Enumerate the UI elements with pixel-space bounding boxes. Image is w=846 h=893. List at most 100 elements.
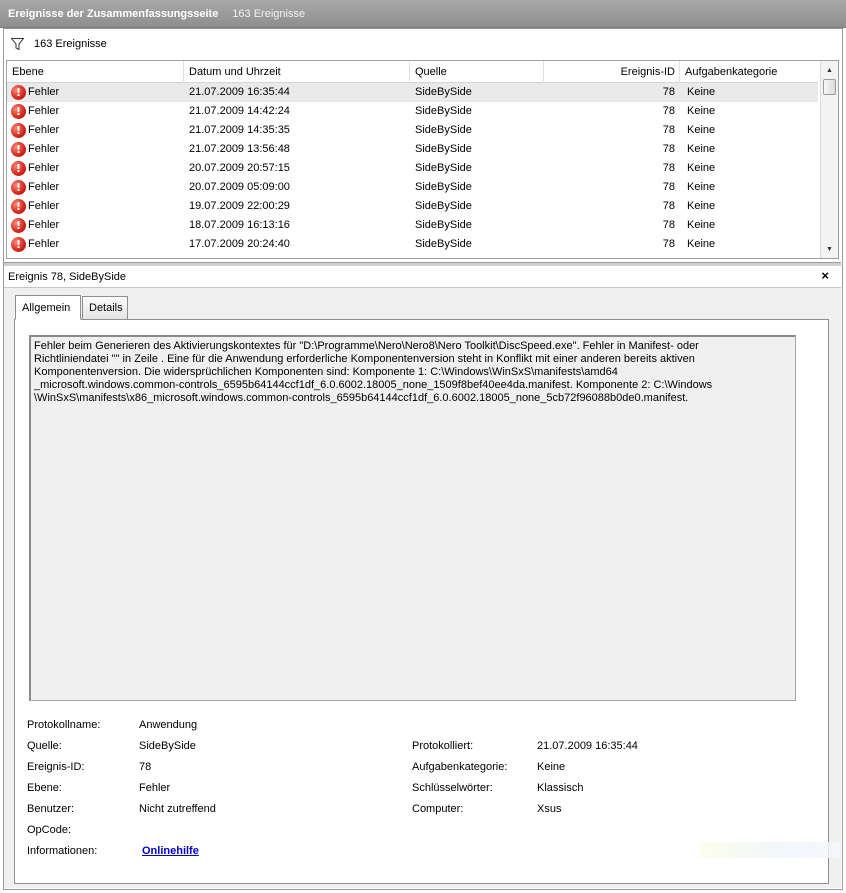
level-text: Fehler bbox=[28, 238, 60, 250]
level-text: Fehler bbox=[28, 86, 60, 98]
datetime-cell: 21.07.2009 14:42:24 bbox=[189, 105, 290, 117]
column-header-datetime[interactable]: Datum und Uhrzeit bbox=[184, 61, 410, 83]
grid-vertical-scrollbar[interactable]: ▲ ▼ bbox=[820, 61, 838, 258]
scroll-thumb[interactable] bbox=[823, 79, 836, 95]
error-icon: ! bbox=[11, 199, 26, 214]
table-row[interactable]: ! Fehler 20.07.2009 05:09:00 SideBySide 78 Ke… bbox=[7, 178, 818, 197]
table-row[interactable]: ! Fehler 21.07.2009 14:42:24 SideBySide 78 Ke… bbox=[7, 102, 818, 121]
level-text: Fehler bbox=[28, 105, 60, 117]
datetime-cell: 21.07.2009 16:35:44 bbox=[189, 86, 290, 98]
column-header-level[interactable]: Ebene bbox=[7, 61, 184, 83]
source-cell: SideBySide bbox=[415, 162, 472, 174]
task-category-cell: Keine bbox=[687, 105, 716, 117]
prop-value-user: Nicht zutreffend bbox=[139, 803, 216, 815]
task-category-cell: Keine bbox=[687, 200, 716, 212]
level-cell: ! Fehler bbox=[11, 102, 59, 121]
event-id-cell: 78 bbox=[662, 238, 675, 250]
scroll-down-icon[interactable]: ▼ bbox=[822, 241, 837, 257]
error-icon: ! bbox=[11, 85, 26, 100]
prop-label-information: Informationen: bbox=[27, 845, 98, 857]
level-text: Fehler bbox=[28, 124, 60, 136]
error-icon: ! bbox=[11, 104, 26, 119]
task-category-cell: Keine bbox=[687, 181, 716, 193]
prop-value-event-id: 78 bbox=[139, 761, 152, 773]
error-icon: ! bbox=[11, 180, 26, 195]
level-cell: ! Fehler bbox=[11, 83, 59, 102]
tab-details[interactable]: Details bbox=[82, 296, 128, 320]
level-text: Fehler bbox=[28, 219, 60, 231]
event-id-cell: 78 bbox=[662, 105, 675, 117]
table-row[interactable]: ! Fehler 21.07.2009 13:56:48 SideBySide 78 Ke… bbox=[7, 140, 818, 159]
datetime-cell: 17.07.2009 20:24:40 bbox=[189, 238, 290, 250]
prop-label-opcode: OpCode: bbox=[27, 824, 72, 836]
event-id-cell: 78 bbox=[662, 124, 675, 136]
prop-value-logged: 21.07.2009 16:35:44 bbox=[537, 740, 638, 752]
error-icon: ! bbox=[11, 237, 26, 252]
prop-label-task-category: Aufgabenkategorie: bbox=[412, 761, 508, 773]
prop-label-user: Benutzer: bbox=[27, 803, 75, 815]
error-icon: ! bbox=[11, 218, 26, 233]
error-icon: ! bbox=[11, 142, 26, 157]
filter-icon[interactable] bbox=[11, 38, 24, 50]
table-row[interactable]: ! Fehler 17.07.2009 20:24:40 SideBySide 78 Ke… bbox=[7, 235, 818, 254]
faded-overlay bbox=[700, 842, 840, 858]
task-category-cell: Keine bbox=[687, 86, 716, 98]
event-detail-header: Ereignis 78, SideBySide × bbox=[4, 266, 841, 288]
task-category-cell: Keine bbox=[687, 162, 716, 174]
tab-general[interactable]: Allgemein bbox=[15, 295, 81, 320]
table-row[interactable]: ! Fehler 21.07.2009 14:35:35 SideBySide 78 Ke… bbox=[7, 121, 818, 140]
pane-title: Ereignisse der Zusammenfassungsseite bbox=[8, 7, 219, 20]
event-id-cell: 78 bbox=[662, 200, 675, 212]
error-icon: ! bbox=[11, 123, 26, 138]
prop-label-logged: Protokolliert: bbox=[412, 740, 474, 752]
prop-value-task-category: Keine bbox=[537, 761, 566, 773]
prop-value-computer: Xsus bbox=[537, 803, 562, 815]
error-icon: ! bbox=[11, 161, 26, 176]
level-cell: ! Fehler bbox=[11, 121, 59, 140]
task-category-cell: Keine bbox=[687, 219, 716, 231]
prop-value-keywords: Klassisch bbox=[537, 782, 584, 794]
source-cell: SideBySide bbox=[415, 238, 472, 250]
pane-title-bar: Ereignisse der Zusammenfassungsseite 163… bbox=[0, 0, 846, 28]
prop-label-level: Ebene: bbox=[27, 782, 62, 794]
level-cell: ! Fehler bbox=[11, 216, 59, 235]
online-help-link[interactable]: Onlinehilfe bbox=[142, 843, 199, 859]
prop-label-log-name: Protokollname: bbox=[27, 719, 101, 731]
level-cell: ! Fehler bbox=[11, 159, 59, 178]
events-grid[interactable]: Ebene Datum und Uhrzeit Quelle Ereignis-… bbox=[6, 60, 839, 259]
event-id-cell: 78 bbox=[662, 181, 675, 193]
event-detail-title: Ereignis 78, SideBySide bbox=[8, 270, 127, 283]
prop-label-keywords: Schlüsselwörter: bbox=[412, 782, 493, 794]
prop-value-log-name: Anwendung bbox=[139, 719, 198, 731]
task-category-cell: Keine bbox=[687, 238, 716, 250]
source-cell: SideBySide bbox=[415, 105, 472, 117]
scroll-up-icon[interactable]: ▲ bbox=[822, 62, 837, 78]
prop-label-computer: Computer: bbox=[412, 803, 464, 815]
table-row[interactable]: ! Fehler 21.07.2009 16:35:44 SideBySide 78 Ke… bbox=[7, 83, 818, 102]
event-message-box[interactable]: Fehler beim Generieren des Aktivierungsk… bbox=[29, 335, 796, 701]
level-cell: ! Fehler bbox=[11, 178, 59, 197]
task-category-cell: Keine bbox=[687, 124, 716, 136]
column-header-task-category[interactable]: Aufgabenkategorie bbox=[680, 61, 818, 83]
level-cell: ! Fehler bbox=[11, 235, 59, 254]
level-cell: ! Fehler bbox=[11, 140, 59, 159]
datetime-cell: 20.07.2009 20:57:15 bbox=[189, 162, 290, 174]
column-header-source[interactable]: Quelle bbox=[410, 61, 544, 83]
message-line: \WinSxS\manifests\x86_microsoft.windows.… bbox=[34, 392, 689, 404]
level-cell: ! Fehler bbox=[11, 197, 59, 216]
close-icon[interactable]: × bbox=[821, 268, 829, 283]
prop-label-source: Quelle: bbox=[27, 740, 62, 752]
table-row[interactable]: ! Fehler 19.07.2009 22:00:29 SideBySide 78 Ke… bbox=[7, 197, 818, 216]
event-id-cell: 78 bbox=[662, 219, 675, 231]
source-cell: SideBySide bbox=[415, 219, 472, 231]
datetime-cell: 19.07.2009 22:00:29 bbox=[189, 200, 290, 212]
source-cell: SideBySide bbox=[415, 143, 472, 155]
level-text: Fehler bbox=[28, 181, 60, 193]
table-row[interactable]: ! Fehler 18.07.2009 16:13:16 SideBySide 78 Ke… bbox=[7, 216, 818, 235]
grid-header: Ebene Datum und Uhrzeit Quelle Ereignis-… bbox=[7, 61, 818, 83]
pane-title-count: 163 Ereignisse bbox=[232, 7, 306, 20]
message-line: Fehler beim Generieren des Aktivierungsk… bbox=[34, 340, 699, 352]
task-category-cell: Keine bbox=[687, 143, 716, 155]
column-header-event-id[interactable]: Ereignis-ID bbox=[544, 61, 680, 83]
table-row[interactable]: ! Fehler 20.07.2009 20:57:15 SideBySide 78 Ke… bbox=[7, 159, 818, 178]
